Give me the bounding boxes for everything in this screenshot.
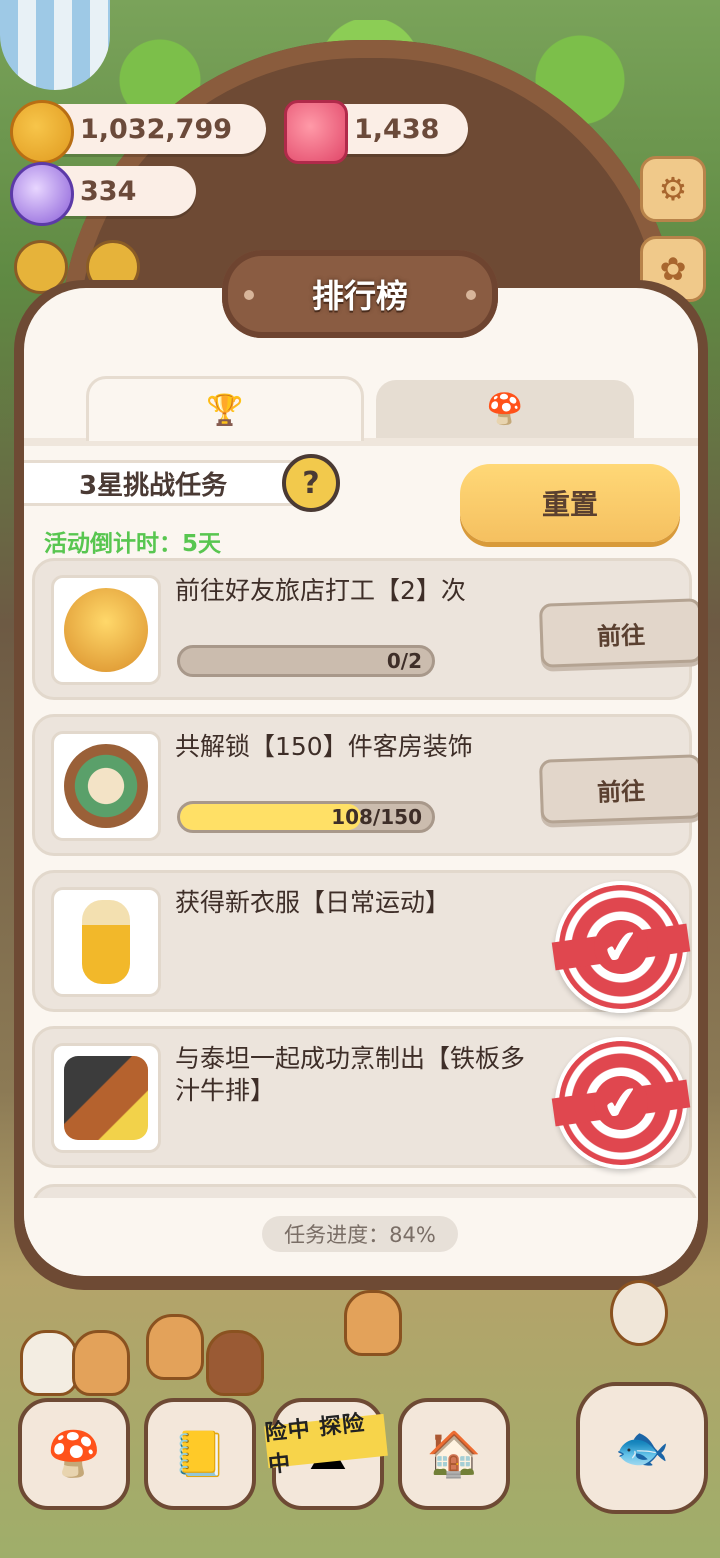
cookie-count: 1,032,799 <box>80 113 233 145</box>
character-sprite[interactable] <box>344 1290 402 1356</box>
completed-stamp-icon: ✔ <box>546 872 696 1022</box>
checkmark-icon: ✔ <box>590 916 652 978</box>
challenge-label-text: 3星挑战任务 <box>79 470 228 501</box>
character-sprite[interactable] <box>146 1314 204 1380</box>
candy-count: 1,438 <box>354 113 440 145</box>
character-sprite[interactable] <box>206 1330 264 1396</box>
panel-title: 排行榜 <box>311 277 408 315</box>
task-thumbnail <box>51 887 161 997</box>
character-sprite[interactable] <box>20 1330 78 1396</box>
nav-notebook-button[interactable]: 📒 <box>144 1398 256 1510</box>
character-sprite[interactable] <box>72 1330 130 1396</box>
help-question-icon[interactable]: ? <box>282 454 340 512</box>
overall-progress: 任务进度：84% <box>262 1216 458 1252</box>
leaderboard-panel: 🍄 🏆 3星挑战任务 ? 重置 活动倒计时：5天 前往好友旅店打工【2】次 0/… <box>14 280 708 1290</box>
town-characters <box>10 1280 710 1396</box>
mushroom-icon: 🍄 <box>486 391 524 427</box>
adventure-tape: 险中 探险中 <box>264 1411 388 1478</box>
nav-fishing-button[interactable]: 🐟 <box>576 1382 708 1514</box>
gem-icon <box>10 162 74 226</box>
plate-rivet-right <box>466 290 476 300</box>
reset-button[interactable]: 重置 <box>460 464 680 542</box>
candy-currency[interactable]: 1,438 <box>284 100 468 164</box>
task-description: 与泰坦一起成功烹制出【铁板多汁牛排】 <box>175 1044 526 1105</box>
task-item: 共解锁【150】件客房装饰 108/150 前往 <box>32 714 698 856</box>
task-thumbnail <box>51 1043 161 1153</box>
worker-character-icon <box>64 588 148 672</box>
bottom-navigation: 🍄 📒 ⛰ 险中 探险中 🏠 🐟 <box>14 1382 714 1514</box>
task-progress-bar: 108/150 <box>177 801 435 833</box>
completed-stamp-icon: ✔ <box>546 1028 696 1178</box>
task-description: 共解锁【150】件客房装饰 <box>175 732 473 761</box>
task-progress-bar: 0/2 <box>177 645 435 677</box>
event-countdown: 活动倒计时：5天 <box>44 531 222 557</box>
gem-currency[interactable]: 334 <box>10 162 196 226</box>
room-decor-badge-icon <box>64 744 148 828</box>
tab-trophy[interactable]: 🏆 <box>86 376 364 441</box>
task-description: 获得新衣服【日常运动】 <box>175 888 451 917</box>
task-progress-text: 0/2 <box>386 649 422 673</box>
task-progress-text: 108/150 <box>331 805 422 829</box>
nav-shop-button[interactable]: 🏠 <box>398 1398 510 1510</box>
panel-title-plate: 排行榜 <box>222 250 498 338</box>
steak-dish-icon <box>64 1056 148 1140</box>
task-thumbnail <box>51 575 161 685</box>
sports-outfit-icon <box>82 900 130 984</box>
plate-rivet-left <box>244 290 254 300</box>
challenge-label: 3星挑战任务 <box>24 460 314 506</box>
nav-house-button[interactable]: 🍄 <box>18 1398 130 1510</box>
trophy-icon: 🏆 <box>206 392 244 428</box>
character-sprite[interactable] <box>610 1280 668 1346</box>
task-description: 前往好友旅店打工【2】次 <box>175 576 466 605</box>
cookie-icon <box>10 100 74 164</box>
task-item: 获得新衣服【日常运动】 ✔ <box>32 870 696 1022</box>
panel-content: 🍄 🏆 3星挑战任务 ? 重置 活动倒计时：5天 前往好友旅店打工【2】次 0/… <box>24 288 698 1276</box>
task-thumbnail <box>51 731 161 841</box>
gem-count: 334 <box>80 175 137 207</box>
settings-gear-button[interactable]: ⚙ <box>640 156 706 222</box>
candy-icon <box>284 100 348 164</box>
task-item: 前往好友旅店打工【2】次 0/2 前往 <box>32 558 698 700</box>
go-button[interactable]: 前往 <box>538 598 698 668</box>
tab-mushroom[interactable]: 🍄 <box>376 380 634 438</box>
cookie-currency[interactable]: 1,032,799 <box>10 100 266 164</box>
checkmark-icon: ✔ <box>590 1072 652 1134</box>
task-item: 与泰坦一起成功烹制出【铁板多汁牛排】 ✔ <box>32 1026 696 1178</box>
go-button[interactable]: 前往 <box>538 754 698 824</box>
